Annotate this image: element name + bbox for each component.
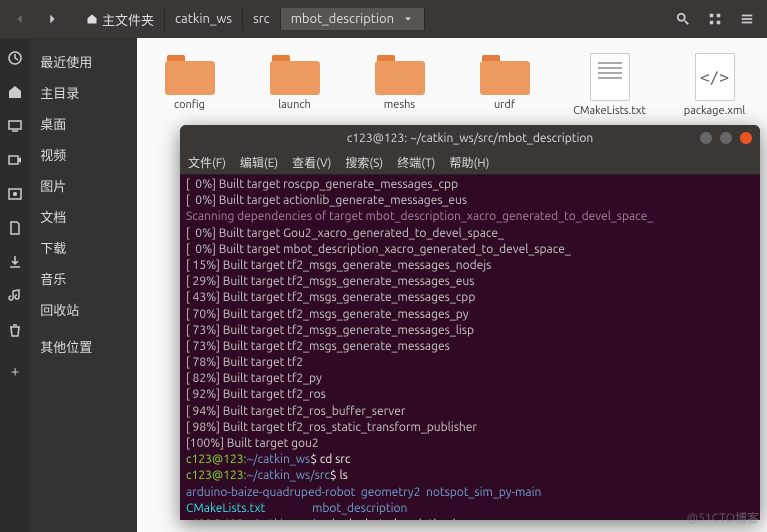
- sidebar-item-downloads[interactable]: 下载: [30, 232, 137, 263]
- folder-icon: [165, 53, 215, 95]
- menu-item[interactable]: 查看(V): [292, 154, 331, 171]
- terminal-menubar: 文件(F) 编辑(E) 查看(V) 搜索(S) 终端(T) 帮助(H): [180, 151, 760, 175]
- sidebar-item-music[interactable]: 音乐: [30, 263, 137, 294]
- text-file-icon: [590, 53, 630, 101]
- other-locations-icon[interactable]: +: [3, 358, 27, 382]
- iconbar: +: [0, 38, 30, 532]
- file-item[interactable]: urdf: [467, 53, 542, 112]
- folder-icon: [375, 53, 425, 95]
- sidebar-item-videos[interactable]: 视频: [30, 139, 137, 170]
- menu-item[interactable]: 文件(F): [188, 154, 226, 171]
- breadcrumb: 主文件夹 catkin_ws src mbot_description: [76, 6, 665, 33]
- menu-item[interactable]: 帮助(H): [449, 154, 489, 171]
- file-label: launch: [278, 99, 311, 112]
- minimize-button[interactable]: [700, 132, 712, 144]
- file-manager-toolbar: 主文件夹 catkin_ws src mbot_description: [0, 0, 767, 38]
- home-icon[interactable]: [3, 80, 27, 104]
- menu-item[interactable]: 终端(T): [397, 154, 435, 171]
- file-item[interactable]: CMakeLists.txt: [572, 53, 647, 118]
- terminal-titlebar[interactable]: c123@123: ~/catkin_ws/src/mbot_descripti…: [180, 125, 760, 151]
- window-controls: [700, 132, 752, 144]
- file-label: CMakeLists.txt: [573, 105, 646, 118]
- toolbar-right: [669, 5, 761, 33]
- breadcrumb-item[interactable]: src: [243, 8, 281, 30]
- folder-icon: [480, 53, 530, 95]
- breadcrumb-home[interactable]: 主文件夹: [76, 6, 165, 33]
- sidebar-item-documents[interactable]: 文档: [30, 201, 137, 232]
- search-button[interactable]: [669, 5, 697, 33]
- file-item[interactable]: </> package.xml: [677, 53, 752, 118]
- file-label: meshs: [384, 99, 415, 112]
- sidebar-item-home[interactable]: 主目录: [30, 77, 137, 108]
- sidebar-item-recent[interactable]: 最近使用: [30, 46, 137, 77]
- folder-icon: [270, 53, 320, 95]
- terminal-window: c123@123: ~/catkin_ws/src/mbot_descripti…: [180, 125, 760, 520]
- sidebar: 最近使用 主目录 桌面 视频 图片 文档 下载 音乐 回收站 其他位置: [30, 38, 137, 532]
- terminal-title: c123@123: ~/catkin_ws/src/mbot_descripti…: [188, 132, 752, 145]
- file-label: package.xml: [684, 105, 745, 118]
- file-item[interactable]: launch: [257, 53, 332, 112]
- desktop-icon[interactable]: [3, 114, 27, 138]
- view-options-button[interactable]: [701, 5, 729, 33]
- close-button[interactable]: [740, 132, 752, 144]
- pictures-icon[interactable]: [3, 182, 27, 206]
- music-icon[interactable]: [3, 284, 27, 308]
- breadcrumb-item[interactable]: mbot_description: [281, 8, 425, 30]
- file-label: config: [174, 99, 205, 112]
- back-button[interactable]: [6, 5, 34, 33]
- sidebar-item-pictures[interactable]: 图片: [30, 170, 137, 201]
- trash-icon[interactable]: [3, 318, 27, 342]
- maximize-button[interactable]: [720, 132, 732, 144]
- menu-item[interactable]: 搜索(S): [345, 154, 383, 171]
- menu-item[interactable]: 编辑(E): [240, 154, 278, 171]
- file-label: urdf: [494, 99, 515, 112]
- documents-icon[interactable]: [3, 216, 27, 240]
- recent-icon[interactable]: [3, 46, 27, 70]
- menu-button[interactable]: [733, 5, 761, 33]
- file-item[interactable]: meshs: [362, 53, 437, 112]
- file-item[interactable]: config: [152, 53, 227, 112]
- sidebar-item-other[interactable]: 其他位置: [30, 331, 137, 362]
- sidebar-item-trash[interactable]: 回收站: [30, 294, 137, 325]
- forward-button[interactable]: [38, 5, 66, 33]
- sidebar-item-desktop[interactable]: 桌面: [30, 108, 137, 139]
- videos-icon[interactable]: [3, 148, 27, 172]
- watermark: @51CTO博客: [687, 509, 759, 526]
- breadcrumb-item[interactable]: catkin_ws: [165, 8, 243, 30]
- xml-file-icon: </>: [695, 53, 735, 101]
- downloads-icon[interactable]: [3, 250, 27, 274]
- terminal-output[interactable]: [ 0%] Built target roscpp_generate_messa…: [180, 175, 760, 520]
